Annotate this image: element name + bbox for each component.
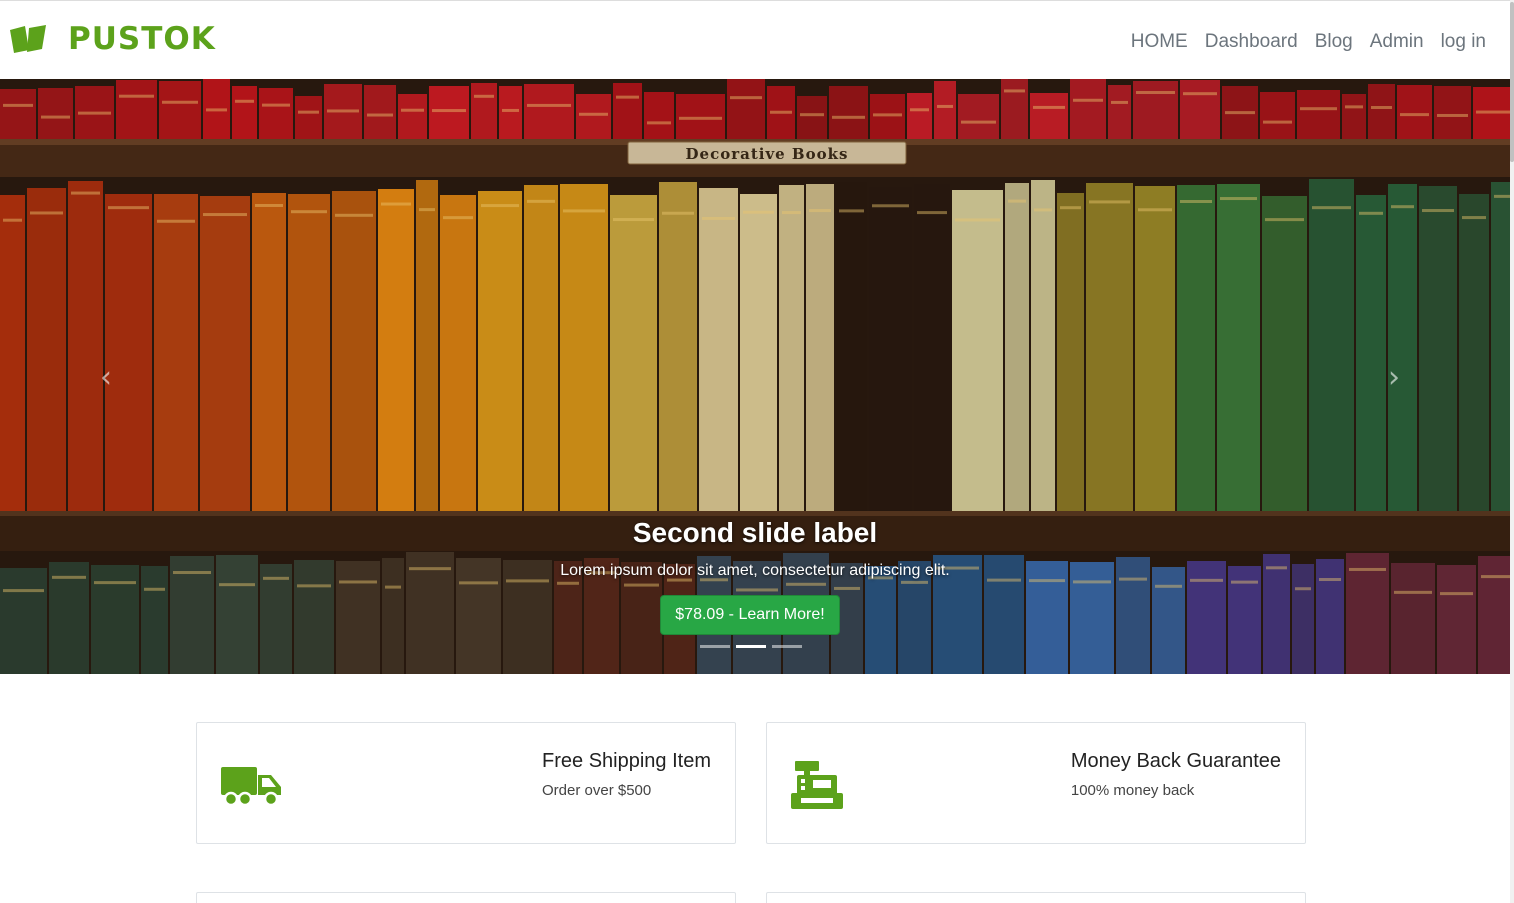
nav-menu: HOME Dashboard Blog Admin log in: [1114, 31, 1486, 53]
feature-subtitle: 100% money back: [1070, 782, 1195, 799]
nav-login-link[interactable]: log in: [1441, 31, 1486, 53]
brand-logo[interactable]: PUSTOK: [8, 21, 216, 57]
feature-text: Free Shipping Item Order over $500: [542, 749, 711, 799]
feature-title: Free Shipping Item: [542, 750, 711, 772]
bookshelf-image: Decorative Books: [0, 79, 1510, 674]
page-scrollbar[interactable]: [1510, 0, 1514, 903]
cash-register-icon: [791, 761, 843, 809]
learn-more-button[interactable]: $78.09 - Learn More!: [660, 595, 840, 635]
carousel-prev-button[interactable]: ‹: [86, 349, 126, 405]
carousel-indicators: [700, 645, 808, 648]
chevron-left-icon: ‹: [100, 359, 112, 395]
nav-blog-link[interactable]: Blog: [1315, 31, 1353, 53]
carousel-next-button[interactable]: ›: [1374, 349, 1414, 405]
carousel-indicator-3[interactable]: [772, 645, 802, 648]
truck-icon: [221, 767, 281, 807]
feature-title: Money Back Guarantee: [1070, 750, 1281, 772]
feature-subtitle: Order over $500: [542, 782, 652, 799]
feature-card-partial: [766, 892, 1306, 903]
feature-card-partial: [196, 892, 736, 903]
nav-dashboard-link[interactable]: Dashboard: [1205, 31, 1298, 53]
feature-card-shipping: Free Shipping Item Order over $500: [196, 722, 736, 844]
carousel-indicator-1[interactable]: [700, 645, 730, 648]
slide-caption: Second slide label Lorem ipsum dolor sit…: [0, 514, 1510, 580]
book-icon: [10, 25, 46, 53]
slide-text: Lorem ipsum dolor sit amet, consectetur …: [560, 562, 950, 579]
nav-home-link[interactable]: HOME: [1131, 31, 1188, 53]
brand-name: PUSTOK: [68, 21, 216, 57]
nav-admin-link[interactable]: Admin: [1370, 31, 1424, 53]
hero-carousel: Decorative Books ‹ › Second slide label …: [0, 79, 1510, 674]
slide-title: Second slide label: [632, 517, 878, 548]
scrollbar-thumb[interactable]: [1510, 2, 1514, 162]
navbar: PUSTOK HOME Dashboard Blog Admin log in: [0, 0, 1510, 79]
feature-card-money-back: Money Back Guarantee 100% money back: [766, 722, 1306, 844]
carousel-indicator-2[interactable]: [736, 645, 766, 648]
chevron-right-icon: ›: [1388, 359, 1400, 395]
feature-text: Money Back Guarantee 100% money back: [1071, 749, 1281, 799]
